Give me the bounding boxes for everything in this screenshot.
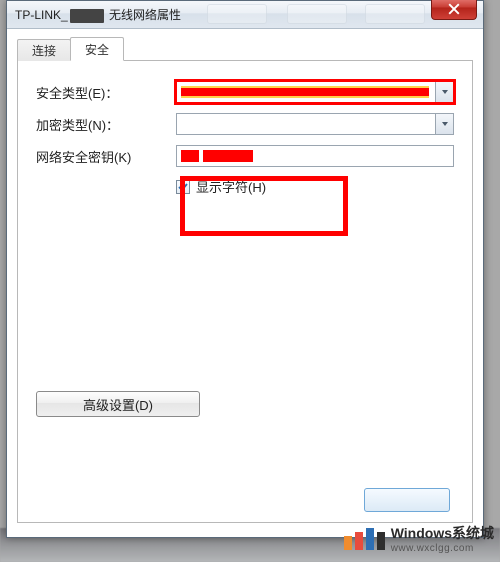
window-title: TP-LINK_ 无线网络属性 [15,6,181,23]
redacted-ssid [70,9,104,23]
redacted-value [181,86,429,98]
row-encryption-type: 加密类型(N)： [36,113,454,135]
close-icon [448,3,460,15]
row-network-key: 网络安全密钥(K) [36,145,454,167]
title-prefix: TP-LINK_ [15,8,68,22]
redacted-value [181,150,199,162]
label-network-key: 网络安全密钥(K) [36,147,176,166]
title-suffix: 无线网络属性 [106,8,181,22]
dialog-bottom-button[interactable] [364,488,450,512]
chevron-down-icon [441,120,449,128]
encryption-type-combobox[interactable] [176,113,454,135]
row-security-type: 安全类型(E)： [36,81,454,103]
titlebar-ghost-button [207,4,267,24]
row-show-characters: 显示字符(H) [176,177,454,196]
wifi-properties-dialog: TP-LINK_ 无线网络属性 连接 安全 安全类型(E)： [6,0,484,538]
checkmark-icon [178,182,188,192]
chevron-down-icon [441,88,449,96]
advanced-settings-button[interactable]: 高级设置(D) [36,391,200,417]
dropdown-arrow[interactable] [435,114,453,134]
redacted-value [203,150,253,162]
client-area: 连接 安全 安全类型(E)： 加密类型(N)： [7,29,483,533]
security-tabpanel: 安全类型(E)： 加密类型(N)： 网络安全密钥(K [17,61,473,523]
titlebar[interactable]: TP-LINK_ 无线网络属性 [7,1,483,29]
tabstrip: 连接 安全 [17,37,473,61]
show-characters-label[interactable]: 显示字符(H) [196,177,266,196]
titlebar-ghost-button [365,4,425,24]
titlebar-ghost-button [287,4,347,24]
dropdown-arrow[interactable] [435,82,453,102]
network-key-input[interactable] [176,145,454,167]
tab-connect[interactable]: 连接 [17,39,71,61]
security-type-combobox[interactable] [176,81,454,103]
close-button[interactable] [431,0,477,20]
label-security-type: 安全类型(E)： [36,83,176,102]
label-encryption-type: 加密类型(N)： [36,115,176,134]
show-characters-checkbox[interactable] [176,180,190,194]
tab-security[interactable]: 安全 [70,37,124,61]
